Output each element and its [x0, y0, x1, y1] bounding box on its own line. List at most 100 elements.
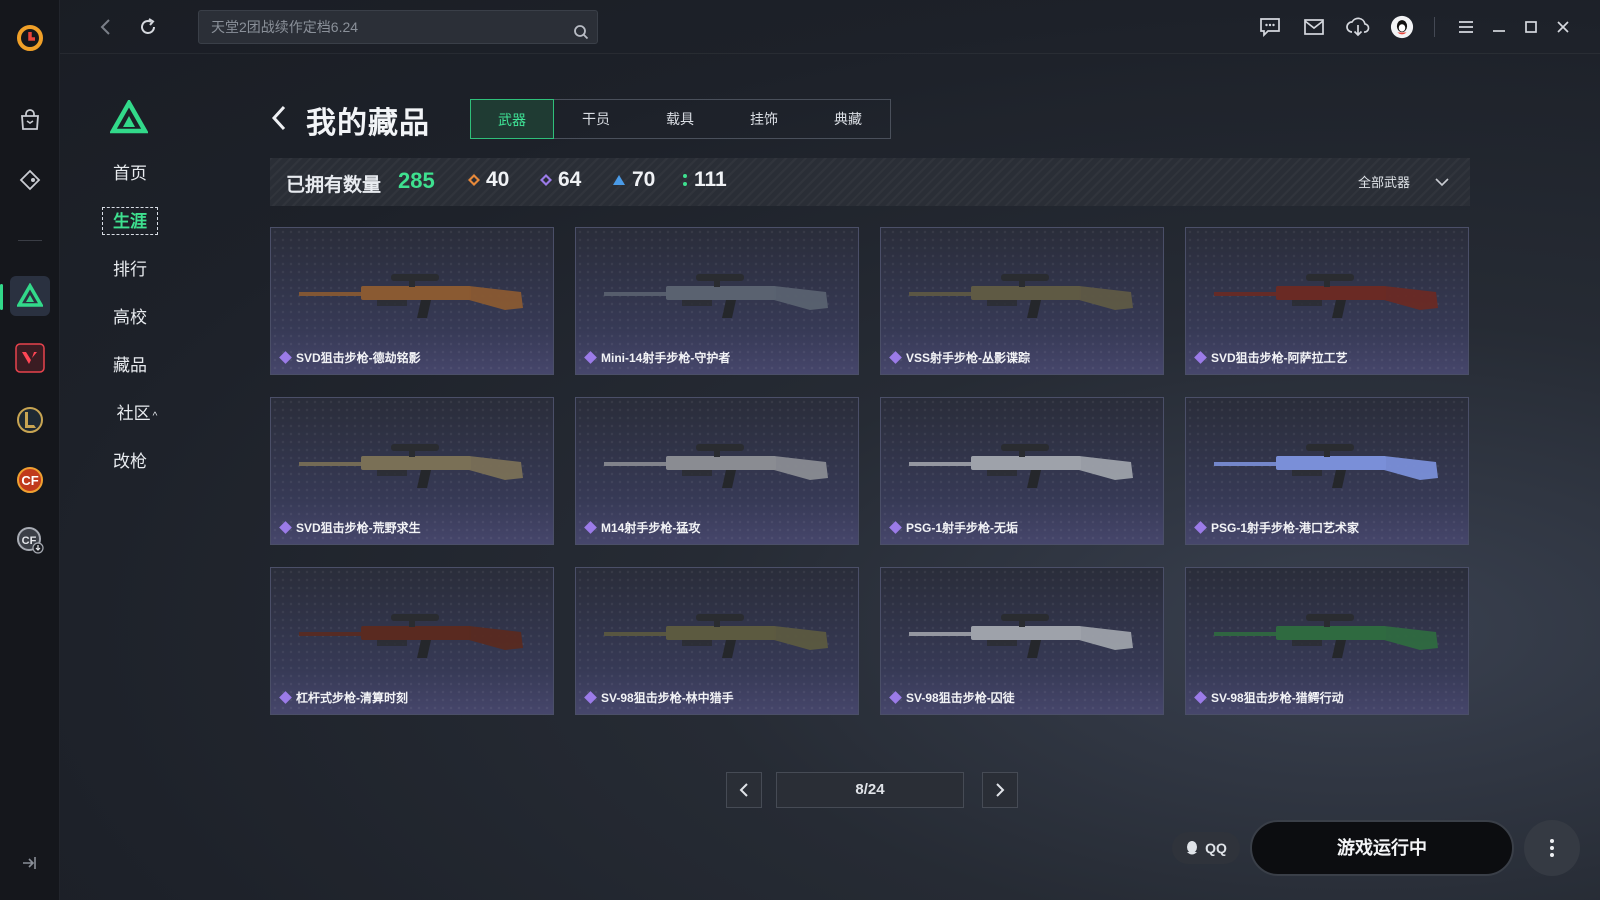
- back-arrow-icon[interactable]: [94, 15, 118, 39]
- rifle-icon: [1214, 444, 1438, 488]
- weapon-card[interactable]: SVD狙击步枪-荒野求生: [270, 397, 554, 545]
- svg-text:CF: CF: [21, 473, 38, 488]
- weapon-card-title: SVD狙击步枪-阿萨拉工艺: [1194, 349, 1348, 366]
- page-indicator: 8/24: [776, 772, 964, 808]
- rarity-diamond-icon: [279, 691, 292, 704]
- rail-divider: [18, 240, 42, 241]
- tab-collection[interactable]: 典藏: [806, 100, 890, 138]
- chevron-up-icon: ^: [152, 411, 158, 422]
- chevron-left-icon: [739, 783, 748, 797]
- rifle-icon: [299, 614, 523, 658]
- close-icon[interactable]: [1551, 15, 1575, 39]
- weapon-card[interactable]: VSS射手步枪-丛影谍踪: [880, 227, 1164, 375]
- blue-triangle-icon: [613, 175, 625, 185]
- rarity-diamond-icon: [584, 691, 597, 704]
- top-divider: [1434, 17, 1435, 37]
- weapon-card-title: SVD狙击步枪-德劫铭影: [279, 349, 421, 366]
- weapon-card-title: 杠杆式步枪-清算时刻: [279, 689, 408, 706]
- league-game-icon[interactable]: [10, 400, 50, 440]
- rarity-diamond-icon: [279, 351, 292, 364]
- rifle-icon: [909, 614, 1133, 658]
- weapon-card-title: SV-98狙击步枪-囚徒: [889, 689, 1015, 706]
- search-icon[interactable]: [573, 19, 589, 51]
- search-text: 天堂2团战续作定档6.24: [211, 19, 359, 35]
- chat-icon[interactable]: [1258, 15, 1282, 39]
- mail-icon[interactable]: [1302, 15, 1326, 39]
- weapon-card-title: VSS射手步枪-丛影谍踪: [889, 349, 1031, 366]
- game-running-button[interactable]: 游戏运行中: [1250, 820, 1514, 876]
- nav-item-community[interactable]: 社区 ^: [102, 400, 172, 428]
- tab-charms[interactable]: 挂饰: [722, 100, 806, 138]
- weapon-name: 杠杆式步枪-清算时刻: [296, 691, 408, 705]
- rifle-icon: [299, 274, 523, 318]
- weapon-card[interactable]: PSG-1射手步枪-无垢: [880, 397, 1164, 545]
- nav-item-home[interactable]: 首页: [102, 160, 158, 188]
- weapon-name: PSG-1射手步枪-港口艺术家: [1211, 521, 1360, 535]
- nav-item-gun-mod[interactable]: 改枪: [102, 448, 158, 476]
- owned-count-label: 已拥有数量: [286, 175, 382, 196]
- tab-vehicles[interactable]: 载具: [638, 100, 722, 138]
- rifle-icon: [299, 444, 523, 488]
- rifle-icon: [1214, 614, 1438, 658]
- rarity-diamond-icon: [889, 521, 902, 534]
- page-back-icon[interactable]: [270, 104, 288, 137]
- weapon-card-title: PSG-1射手步枪-无垢: [889, 519, 1019, 536]
- more-options-button[interactable]: [1524, 820, 1580, 876]
- rarity-diamond-icon: [584, 351, 597, 364]
- weapon-filter-dropdown[interactable]: 全部武器: [1358, 172, 1450, 191]
- weapon-card-title: PSG-1射手步枪-港口艺术家: [1194, 519, 1360, 536]
- weapon-card[interactable]: M14射手步枪-猛攻: [575, 397, 859, 545]
- weapon-card[interactable]: SV-98狙击步枪-猎鳄行动: [1185, 567, 1469, 715]
- cf-download-game-icon[interactable]: CF: [10, 520, 50, 560]
- weapon-name: SVD狙击步枪-荒野求生: [296, 521, 421, 535]
- owned-count-total: 285: [398, 168, 435, 193]
- next-page-button[interactable]: [982, 772, 1018, 808]
- weapon-name: VSS射手步枪-丛影谍踪: [906, 351, 1031, 365]
- weapon-card[interactable]: Mini-14射手步枪-守护者: [575, 227, 859, 375]
- game-tag-icon[interactable]: [10, 160, 50, 200]
- valorant-game-icon[interactable]: [10, 338, 50, 378]
- collapse-sidebar-icon[interactable]: [20, 854, 38, 877]
- nav-item-ranking[interactable]: 排行: [102, 256, 158, 284]
- weapon-card-title: SVD狙击步枪-荒野求生: [279, 519, 421, 536]
- weapon-card[interactable]: SV-98狙击步枪-囚徒: [880, 567, 1164, 715]
- app-logo-icon[interactable]: [10, 18, 50, 58]
- weapon-name: PSG-1射手步枪-无垢: [906, 521, 1019, 535]
- weapon-card[interactable]: SV-98狙击步枪-林中猎手: [575, 567, 859, 715]
- crossfire-game-icon[interactable]: CF: [10, 460, 50, 500]
- nav-item-collection[interactable]: 藏品: [102, 352, 158, 380]
- green-dots-icon: [683, 174, 687, 186]
- search-input[interactable]: 天堂2团战续作定档6.24: [198, 10, 598, 44]
- refresh-icon[interactable]: [136, 15, 160, 39]
- weapon-card[interactable]: SVD狙击步枪-德劫铭影: [270, 227, 554, 375]
- download-icon[interactable]: [1346, 15, 1370, 39]
- rifle-icon: [909, 444, 1133, 488]
- rifle-icon: [604, 274, 828, 318]
- qq-button[interactable]: QQ: [1172, 832, 1240, 864]
- prev-page-button[interactable]: [726, 772, 762, 808]
- tab-operators[interactable]: 干员: [554, 100, 638, 138]
- top-bar: 天堂2团战续作定档6.24: [60, 0, 1600, 54]
- rarity-diamond-icon: [279, 521, 292, 534]
- qq-label: QQ: [1205, 840, 1227, 856]
- nav-item-college[interactable]: 高校: [102, 304, 158, 332]
- menu-icon[interactable]: [1454, 15, 1478, 39]
- rifle-icon: [909, 274, 1133, 318]
- rarity-green-value: 111: [694, 168, 727, 191]
- user-avatar[interactable]: [1390, 15, 1414, 39]
- delta-force-game-icon[interactable]: [10, 276, 50, 316]
- shop-bag-icon[interactable]: [10, 100, 50, 140]
- orange-diamond-icon: [468, 174, 480, 186]
- weapon-card[interactable]: PSG-1射手步枪-港口艺术家: [1185, 397, 1469, 545]
- weapon-card[interactable]: SVD狙击步枪-阿萨拉工艺: [1185, 227, 1469, 375]
- weapon-card-title: SV-98狙击步枪-猎鳄行动: [1194, 689, 1344, 706]
- tab-weapons[interactable]: 武器: [470, 99, 554, 139]
- rarity-blue-count: 70: [612, 168, 655, 192]
- rarity-diamond-icon: [889, 691, 902, 704]
- minimize-icon[interactable]: [1487, 15, 1511, 39]
- nav-item-career[interactable]: 生涯: [102, 207, 158, 235]
- rarity-diamond-icon: [889, 351, 902, 364]
- weapon-card[interactable]: 杠杆式步枪-清算时刻: [270, 567, 554, 715]
- weapon-name: SV-98狙击步枪-林中猎手: [601, 691, 734, 705]
- maximize-icon[interactable]: [1519, 15, 1543, 39]
